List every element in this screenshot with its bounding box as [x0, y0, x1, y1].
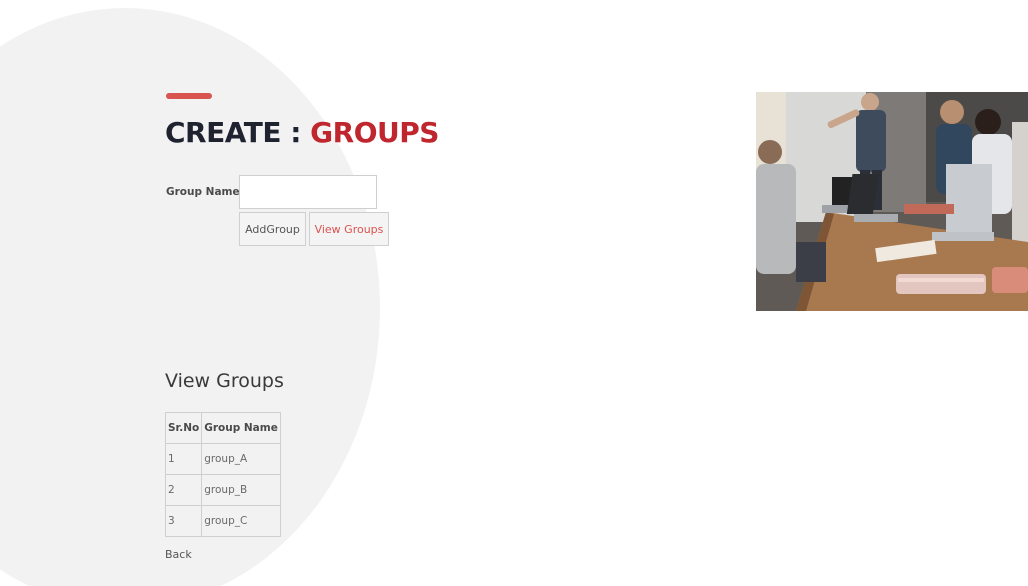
column-header-srno: Sr.No: [164, 412, 203, 444]
column-header-group-name: Group Name: [201, 412, 281, 444]
row-group-name: group_A: [201, 443, 281, 475]
table-row: 1 group_A: [164, 443, 281, 475]
view-groups-button[interactable]: View Groups: [309, 212, 389, 246]
table-row: 3 group_C: [164, 505, 281, 537]
table-header-row: Sr.No Group Name: [164, 412, 281, 444]
row-srno: 3: [164, 505, 203, 537]
row-srno: 1: [164, 443, 203, 475]
meeting-photo: [756, 92, 1028, 311]
back-link[interactable]: Back: [165, 548, 192, 561]
row-group-name: group_B: [201, 474, 281, 506]
page-title: CREATE : GROUPS: [165, 116, 439, 149]
groups-table: Sr.No Group Name 1 group_A 2 group_B 3 g…: [164, 412, 281, 537]
view-groups-heading: View Groups: [165, 370, 284, 392]
page-title-accent: GROUPS: [310, 116, 439, 149]
page: CREATE : GROUPS Group Name AddGroup View…: [0, 0, 1028, 586]
page-title-prefix: CREATE :: [165, 116, 311, 149]
row-group-name: group_C: [201, 505, 281, 537]
group-name-label: Group Name: [166, 186, 240, 198]
meeting-photo-illustration: [756, 92, 1028, 311]
title-accent-bar: [166, 93, 212, 99]
group-name-input[interactable]: [239, 175, 377, 209]
row-srno: 2: [164, 474, 203, 506]
add-group-button[interactable]: AddGroup: [239, 212, 306, 246]
table-row: 2 group_B: [164, 474, 281, 506]
